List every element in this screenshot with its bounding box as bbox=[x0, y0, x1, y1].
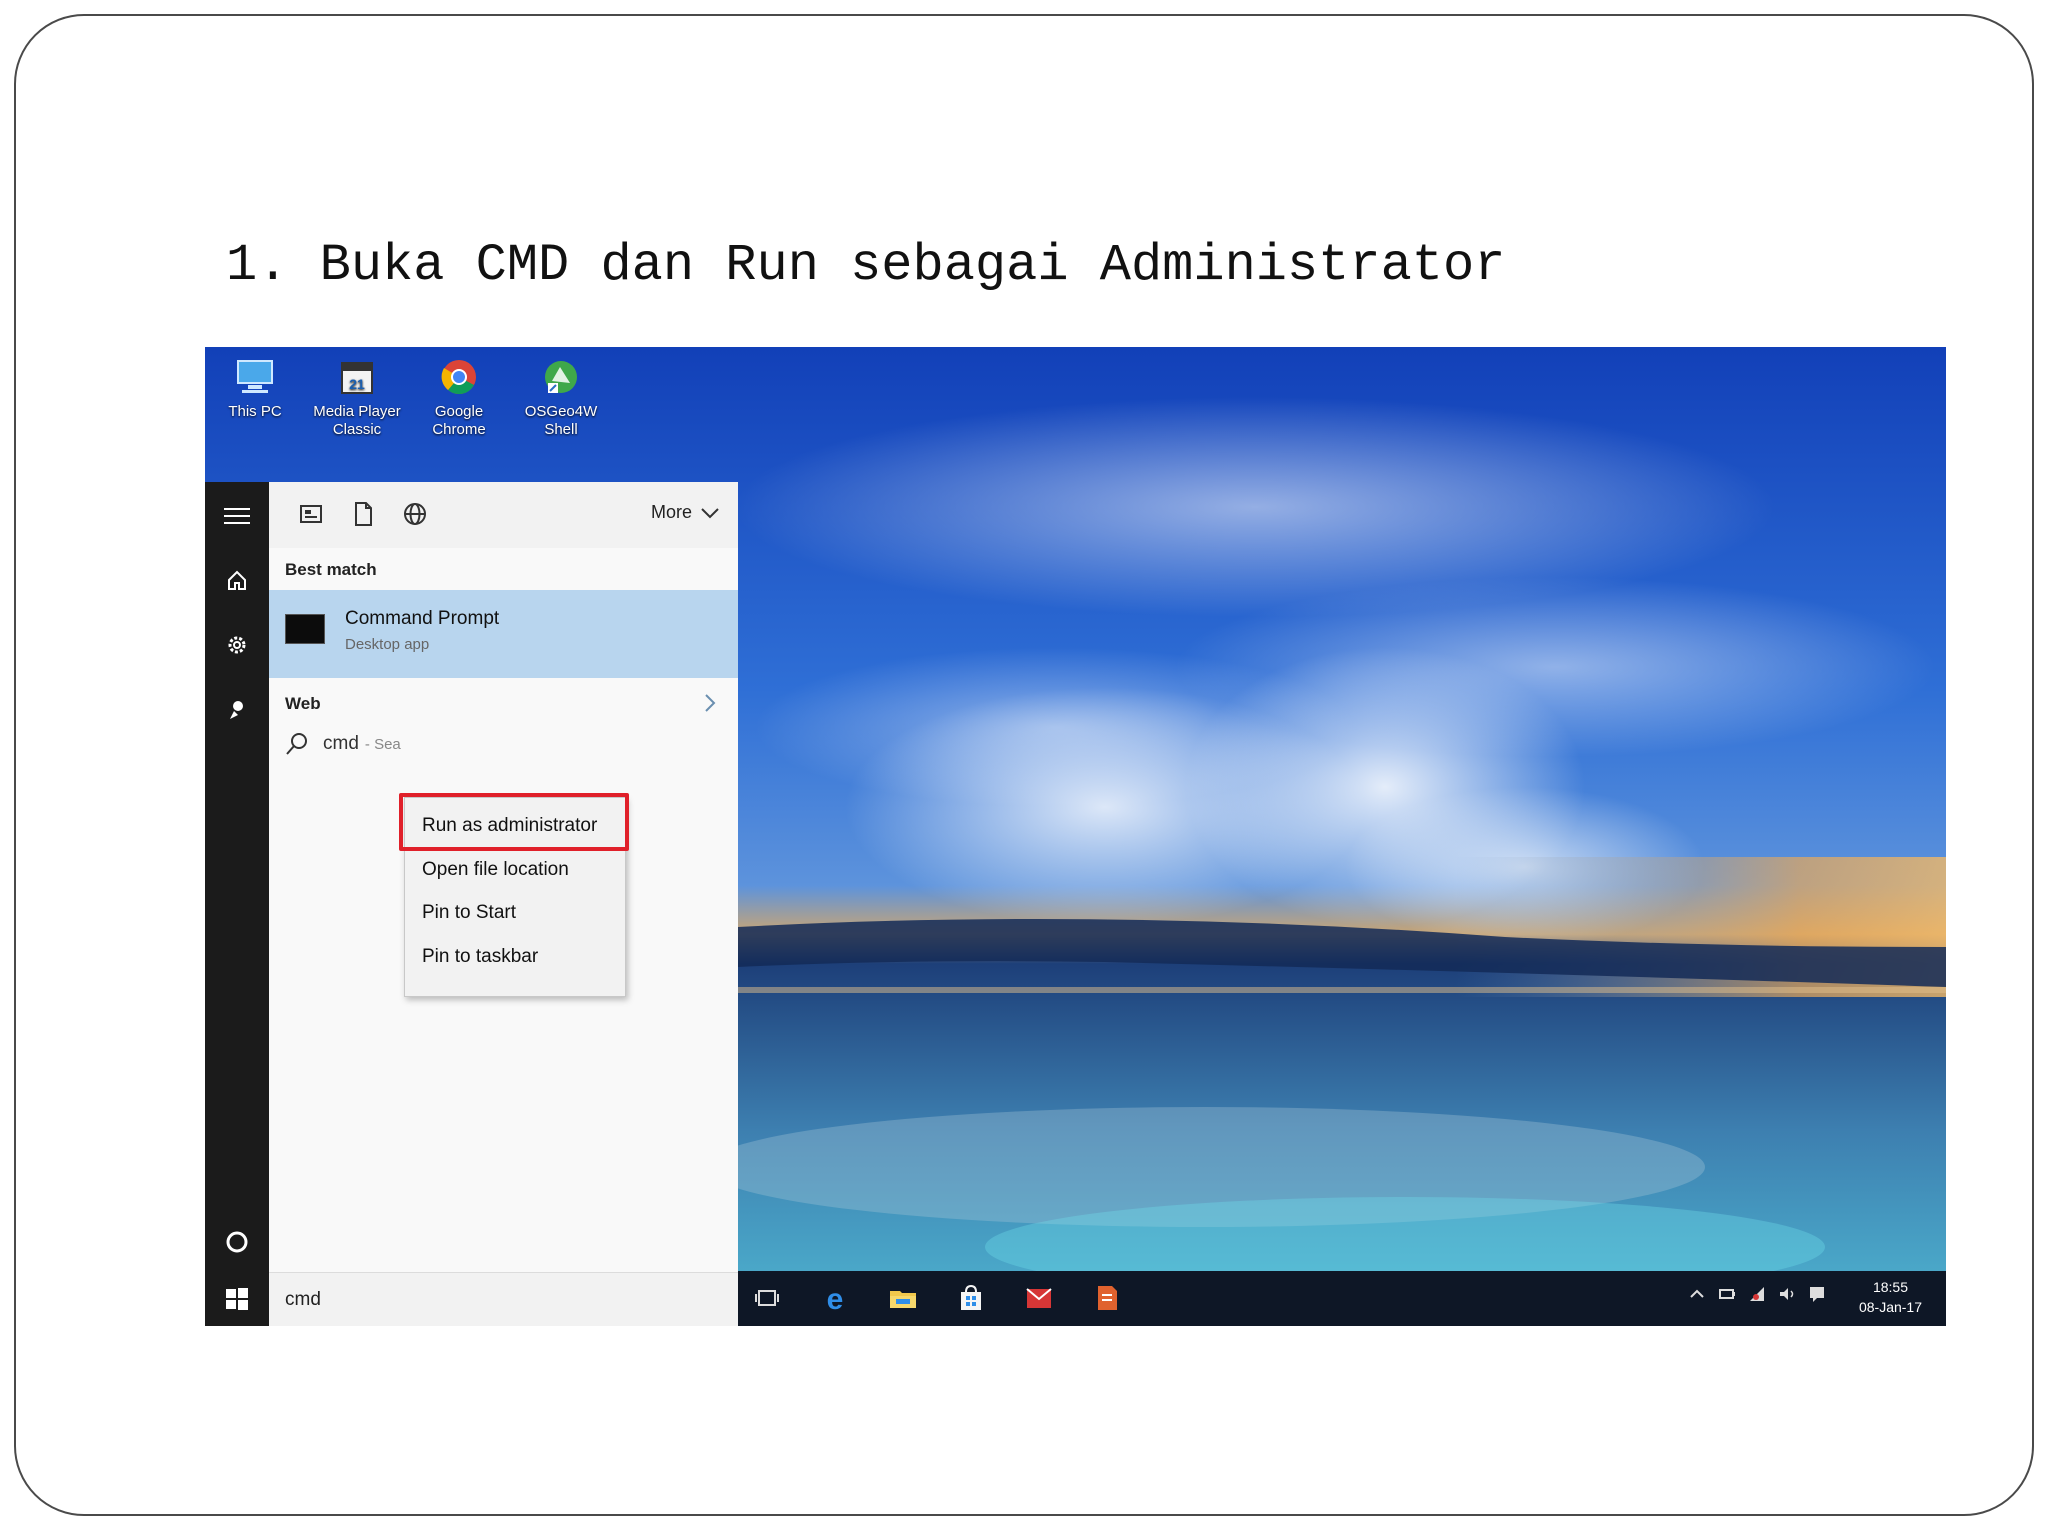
menu-item-run-as-administrator[interactable]: Run as administrator bbox=[405, 806, 625, 846]
menu-item-open-file-location[interactable]: Open file location bbox=[405, 850, 625, 890]
feedback-icon bbox=[230, 701, 243, 719]
documents-filter-icon[interactable] bbox=[349, 500, 377, 528]
svg-text:21: 21 bbox=[349, 376, 365, 392]
web-search-result[interactable]: cmd - Sea bbox=[285, 732, 401, 756]
web-search-query: cmd bbox=[323, 733, 359, 754]
best-match-command-prompt[interactable]: Command Prompt Desktop app bbox=[269, 590, 738, 678]
task-view-icon[interactable] bbox=[752, 1283, 782, 1313]
hamburger-icon bbox=[224, 508, 250, 524]
clock-time: 18:55 bbox=[1872, 1279, 1908, 1295]
start-rail bbox=[205, 482, 269, 1326]
best-match-heading: Best match bbox=[285, 560, 377, 579]
search-filter-toolbar: More bbox=[269, 482, 738, 548]
chevron-up-icon[interactable] bbox=[1688, 1285, 1706, 1303]
notifications-icon[interactable] bbox=[1808, 1285, 1826, 1303]
document-app-icon[interactable] bbox=[1092, 1283, 1122, 1313]
cortana-button[interactable] bbox=[205, 1214, 269, 1270]
store-icon[interactable] bbox=[956, 1283, 986, 1313]
more-filters-label: More bbox=[650, 502, 692, 522]
desktop-icon-media-player-classic[interactable]: 21 Media Player Classic bbox=[307, 353, 407, 453]
feedback-button[interactable] bbox=[205, 682, 269, 738]
mail-app-icon[interactable] bbox=[1024, 1283, 1054, 1313]
windows-start-button[interactable] bbox=[205, 1272, 269, 1326]
search-icon bbox=[286, 733, 307, 755]
settings-button[interactable] bbox=[205, 617, 269, 673]
home-icon bbox=[228, 570, 246, 590]
chrome-icon bbox=[441, 360, 476, 395]
volume-icon[interactable] bbox=[1778, 1285, 1796, 1303]
best-match-title: Command Prompt bbox=[345, 608, 500, 629]
start-search-box[interactable]: cmd bbox=[269, 1272, 738, 1326]
cortana-icon bbox=[226, 1231, 248, 1253]
web-section-row[interactable]: Web bbox=[269, 684, 738, 724]
more-filters-button[interactable]: More bbox=[651, 502, 720, 523]
taskbar: e 18:55 08-Jan-17 bbox=[738, 1271, 1946, 1326]
system-tray bbox=[1688, 1285, 1826, 1303]
clock-date: 08-Jan-17 bbox=[1858, 1299, 1922, 1315]
file-explorer-icon[interactable] bbox=[888, 1283, 918, 1313]
apps-filter-icon[interactable] bbox=[297, 500, 325, 528]
hamburger-menu-button[interactable] bbox=[205, 488, 269, 544]
network-icon[interactable] bbox=[1748, 1285, 1766, 1303]
svg-text:e: e bbox=[827, 1283, 844, 1313]
windows-logo-icon bbox=[226, 1288, 248, 1310]
desktop-icon-label: This PC bbox=[228, 403, 282, 420]
chevron-right-icon bbox=[705, 694, 716, 712]
web-search-hint: - Sea bbox=[364, 735, 401, 753]
desktop-icon-google-chrome[interactable]: Google Chrome bbox=[409, 353, 509, 453]
context-menu: Run as administrator Open file location … bbox=[404, 797, 626, 997]
desktop-icon-this-pc[interactable]: This PC bbox=[205, 353, 305, 453]
battery-icon[interactable] bbox=[1718, 1285, 1736, 1303]
menu-item-pin-to-taskbar[interactable]: Pin to taskbar bbox=[405, 937, 625, 977]
media-player-icon: 21 bbox=[341, 362, 373, 394]
web-heading: Web bbox=[285, 694, 321, 713]
desktop-icon-label: Google Chrome bbox=[432, 403, 486, 438]
windows-screenshot: This PC 21 Media Player Classic Google C… bbox=[205, 347, 1946, 1326]
edge-icon[interactable]: e bbox=[820, 1283, 850, 1313]
gear-icon bbox=[228, 636, 246, 654]
desktop-icon-label: Media Player Classic bbox=[313, 403, 401, 438]
home-button[interactable] bbox=[205, 552, 269, 608]
start-menu: More Best match Command Prompt Desktop a… bbox=[205, 482, 738, 1326]
chevron-down-icon bbox=[701, 507, 719, 518]
best-match-subtitle: Desktop app bbox=[345, 636, 430, 653]
slide-title: 1. Buka CMD dan Run sebagai Administrato… bbox=[226, 236, 1506, 295]
search-input-value: cmd bbox=[285, 1289, 321, 1310]
osgeo-icon bbox=[545, 361, 577, 393]
menu-item-pin-to-start[interactable]: Pin to Start bbox=[405, 893, 625, 933]
taskbar-clock[interactable]: 18:55 08-Jan-17 bbox=[1859, 1277, 1922, 1317]
computer-icon bbox=[237, 360, 273, 393]
web-filter-globe-icon[interactable] bbox=[401, 500, 429, 528]
command-prompt-icon bbox=[285, 614, 325, 644]
desktop-icon-osgeo4w-shell[interactable]: OSGeo4W Shell bbox=[511, 353, 611, 453]
desktop-icon-label: OSGeo4W Shell bbox=[524, 403, 598, 438]
